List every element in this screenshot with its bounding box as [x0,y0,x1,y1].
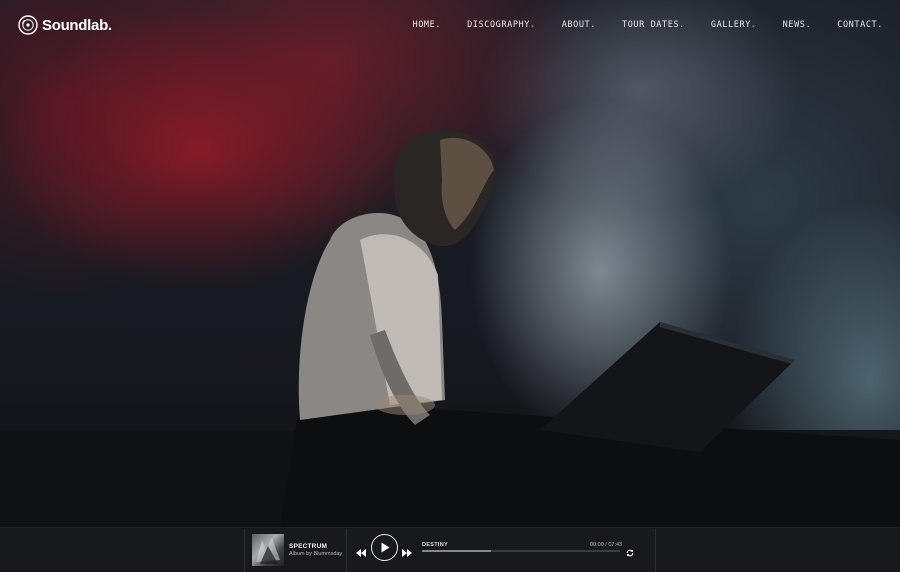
nav-about[interactable]: ABOUT. [562,20,596,30]
album-cover[interactable] [252,534,284,566]
playback-time: 00:00 / 07:43 [590,542,623,548]
vinyl-record-icon [18,15,38,35]
fast-forward-icon [402,549,412,557]
previous-button[interactable] [356,544,366,557]
brand-name: Soundlab. [42,16,112,34]
nav-tour-dates[interactable]: TOUR DATES. [622,20,685,30]
album-cover-image [256,538,280,564]
play-button[interactable] [371,534,398,561]
brand-logo[interactable]: Soundlab. [18,15,112,35]
player-divider [244,529,245,572]
main-nav: HOME. DISCOGRAPHY. ABOUT. TOUR DATES. GA… [412,20,883,30]
track-title: SPECTRUM [289,543,328,550]
repeat-icon [626,549,634,557]
track-album: Album by Blummsday [289,551,343,557]
now-playing-title: DESTINY [422,542,448,548]
progress-bar[interactable] [422,550,620,552]
nav-gallery[interactable]: GALLERY. [711,20,757,30]
nav-discography[interactable]: DISCOGRAPHY. [467,20,536,30]
nav-contact[interactable]: CONTACT. [837,20,883,30]
performer-silhouette [0,130,900,527]
player-divider [346,529,347,572]
play-icon [381,542,390,553]
next-button[interactable] [402,544,412,557]
hero-background [0,0,900,527]
nav-news[interactable]: NEWS. [783,20,812,30]
repeat-button[interactable] [626,544,634,557]
rewind-icon [356,549,366,557]
progress-fill [422,550,492,552]
player-divider [655,529,656,572]
nav-home[interactable]: HOME. [412,20,441,30]
